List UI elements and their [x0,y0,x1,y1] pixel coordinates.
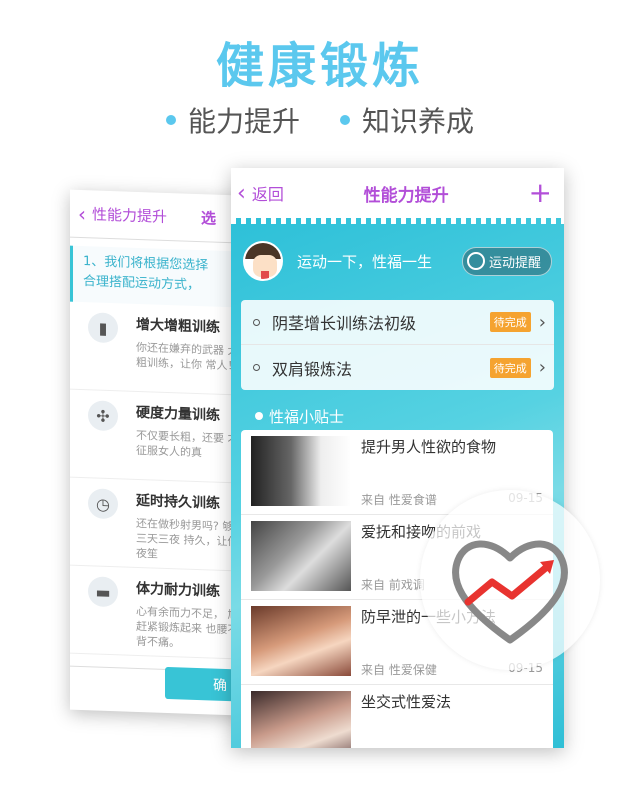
article-title: 提升男人性欲的食物 [361,438,497,456]
avatar[interactable] [243,241,283,281]
plan-item[interactable]: 阴茎增长训练法初级 待完成 › [241,300,554,345]
circle-bullet-icon [253,318,260,326]
select-label[interactable]: 选 [201,207,216,229]
profile-row: 运动一下，性福一生 运动提醒 [231,224,564,286]
tips-section-label: 性福小贴士 [255,406,564,426]
bullet-dot-icon [340,115,350,125]
article-thumbnail [251,436,351,506]
dumbbell-icon: ▬ [88,576,118,608]
promo-title: 健康锻炼 [215,38,424,94]
feature-label: 知识养成 [362,105,475,138]
article-thumbnail [251,691,351,748]
status-badge: 待完成 [489,312,531,332]
feature-list: 能力提升 知识养成 [0,100,640,140]
plan-name: 双肩锻炼法 [272,359,353,379]
page-title: 性能力提升 [363,185,449,206]
feature-item: 知识养成 [340,100,474,140]
add-icon[interactable]: + [529,179,552,207]
article-thumbnail [251,521,351,591]
article-item[interactable]: 坐交式性爱法 [241,685,553,748]
article-thumbnail [251,606,351,676]
feature-item: 能力提升 [165,100,300,140]
motto-text: 运动一下，性福一生 [297,252,433,271]
heart-trend-badge [420,490,600,670]
plan-name: 阴茎增长训练法初级 [272,314,417,333]
chevron-right-icon: › [538,357,546,378]
heart-trend-icon [452,540,568,644]
reminder-label: 运动提醒 [488,255,541,271]
app-promo-canvas: 健康锻炼 能力提升 知识养成 ‹ 性能力提升 选 1、我们将根据您选择 合理搭配… [0,0,640,790]
back-label: 返回 [251,185,284,204]
chevron-left-icon[interactable]: ‹ [78,201,86,225]
front-screen-header: ‹ 返回 性能力提升 + [231,168,564,218]
grip-icon: ✣ [88,400,118,432]
plan-item[interactable]: 双肩锻炼法 待完成 › [241,345,554,390]
stopwatch-icon: ◷ [88,488,118,520]
circle-bullet-icon [253,364,260,371]
back-button[interactable]: ‹ 返回 [237,181,284,206]
exercise-reminder-button[interactable]: 运动提醒 [461,246,552,276]
bullet-dot-icon [165,115,176,125]
article-source: 来自 前戏调 [361,578,425,592]
feature-label: 能力提升 [187,105,300,138]
back-screen-title[interactable]: 性能力提升 [92,203,167,227]
timeline-pin-icon [255,412,263,420]
bottle-icon: ▮ [88,312,118,344]
chevron-left-icon: ‹ [237,180,246,206]
tips-title: 性福小贴士 [269,407,345,426]
alarm-clock-icon [466,252,485,270]
chevron-right-icon: › [538,311,546,333]
article-title: 坐交式性爱法 [361,693,452,711]
plan-list: 阴茎增长训练法初级 待完成 › 双肩锻炼法 待完成 › [241,300,554,390]
status-badge: 待完成 [489,357,531,378]
